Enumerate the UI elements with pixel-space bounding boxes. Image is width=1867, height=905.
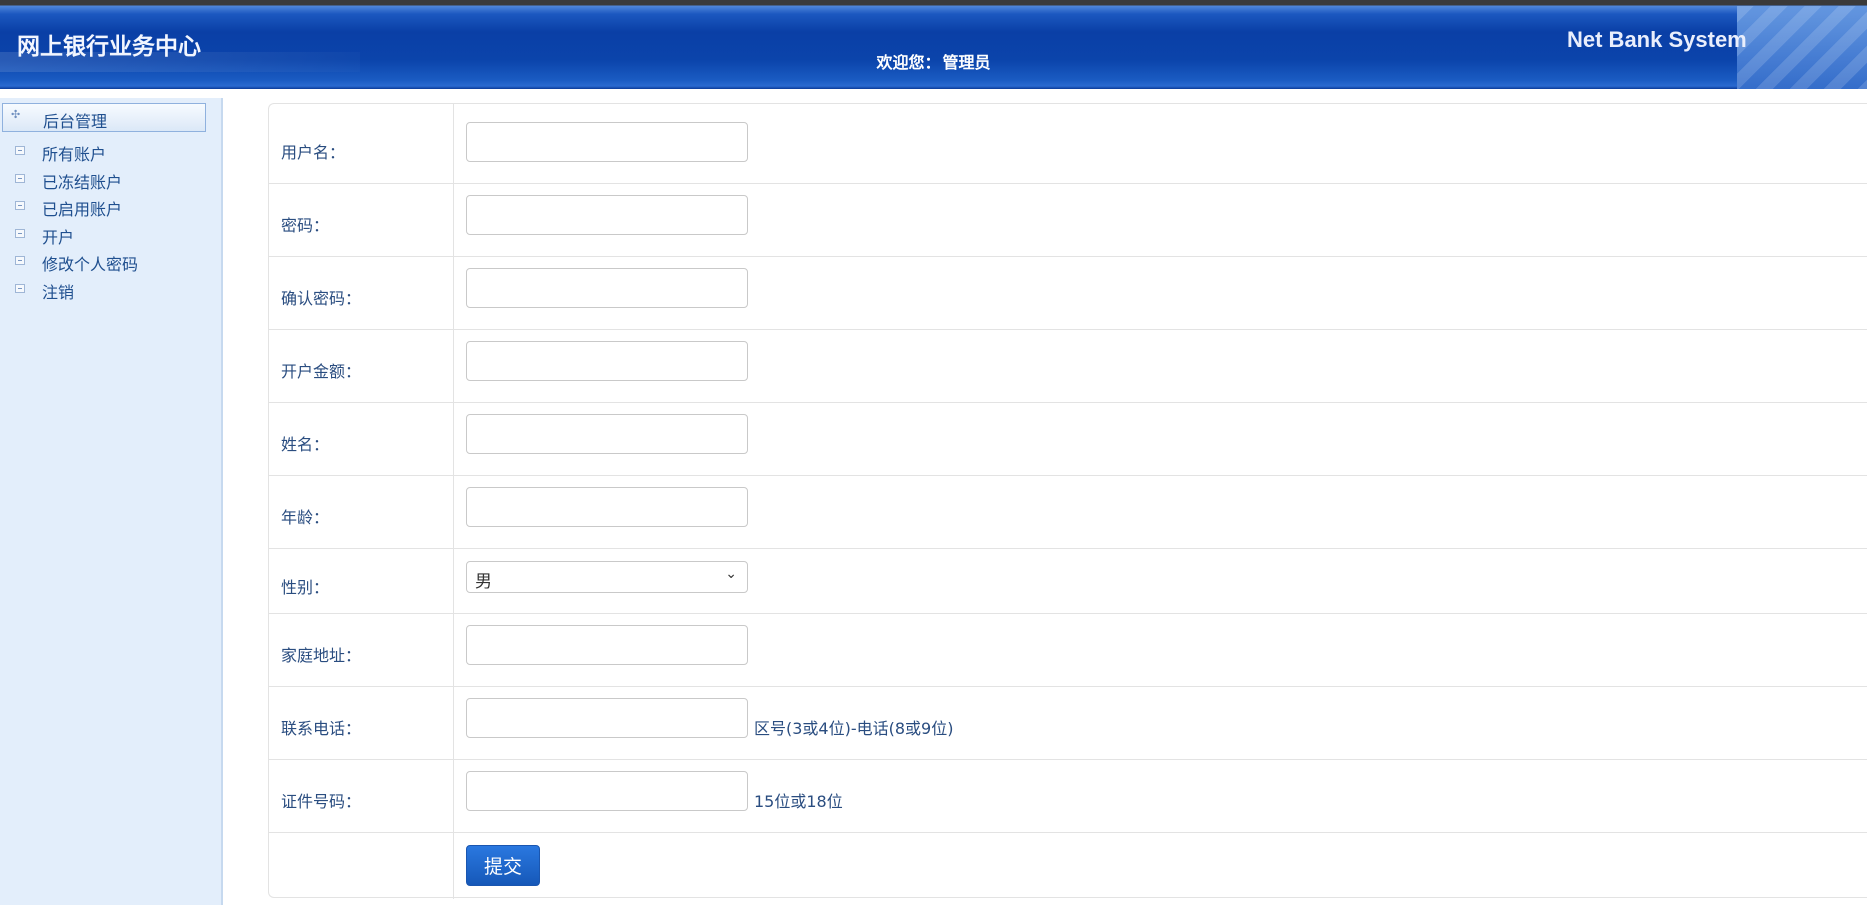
id-number-label: 证件号码： bbox=[281, 792, 362, 811]
form-row-submit: 提交 bbox=[269, 833, 1867, 899]
form-row-phone: 联系电话： 区号(3或4位)-电话(8或9位) bbox=[269, 687, 1867, 760]
sidebar-item-all-accounts[interactable]: 所有账户 bbox=[0, 140, 221, 168]
username-input[interactable] bbox=[466, 122, 748, 162]
username-label: 用户名： bbox=[281, 143, 346, 162]
confirm-password-label: 确认密码： bbox=[281, 289, 362, 308]
tree-node-icon bbox=[15, 256, 25, 265]
name-label: 姓名： bbox=[281, 435, 330, 454]
header-corner-decoration bbox=[1737, 6, 1867, 89]
address-input[interactable] bbox=[466, 625, 748, 665]
chevron-down-icon: ⌄ bbox=[725, 566, 737, 582]
sidebar-section-title: 后台管理 bbox=[43, 112, 108, 131]
form-row-age: 年龄： bbox=[269, 476, 1867, 549]
password-input[interactable] bbox=[466, 195, 748, 235]
expand-icon: ✣ bbox=[11, 108, 21, 121]
gender-label: 性别： bbox=[281, 578, 330, 597]
gender-select[interactable]: 男 ⌄ bbox=[466, 561, 748, 593]
gender-selected-value: 男 bbox=[475, 572, 492, 592]
password-label: 密码： bbox=[281, 216, 330, 235]
tree-node-icon bbox=[15, 173, 25, 183]
tree-node-icon bbox=[15, 201, 25, 210]
form-row-password: 密码： bbox=[269, 184, 1867, 257]
sidebar-item-label: 注销 bbox=[42, 282, 75, 302]
opening-amount-label: 开户金额： bbox=[281, 362, 362, 381]
sidebar: ✣ 后台管理 所有账户 已冻结账户 已启用账户 开户 修改个人密码 注销 bbox=[0, 98, 223, 905]
address-label: 家庭地址： bbox=[281, 646, 362, 665]
form-row-gender: 性别： 男 ⌄ bbox=[269, 549, 1867, 614]
id-number-input[interactable] bbox=[466, 771, 748, 811]
age-label: 年龄： bbox=[281, 508, 330, 527]
form-row-opening-amount: 开户金额： bbox=[269, 330, 1867, 403]
sidebar-item-open-account[interactable]: 开户 bbox=[0, 223, 221, 251]
tree-node-icon bbox=[15, 283, 25, 293]
submit-button[interactable]: 提交 bbox=[466, 845, 540, 886]
confirm-password-input[interactable] bbox=[466, 268, 748, 308]
form-row-confirm-password: 确认密码： bbox=[269, 257, 1867, 330]
tree-node-icon bbox=[15, 146, 25, 155]
sidebar-item-label: 修改个人密码 bbox=[42, 255, 139, 274]
sidebar-item-label: 已启用账户 bbox=[42, 200, 123, 219]
form-row-name: 姓名： bbox=[269, 403, 1867, 476]
sidebar-item-frozen-accounts[interactable]: 已冻结账户 bbox=[0, 168, 221, 196]
sidebar-item-change-password[interactable]: 修改个人密码 bbox=[0, 250, 221, 278]
sidebar-item-label: 开户 bbox=[42, 227, 75, 247]
name-input[interactable] bbox=[466, 414, 748, 454]
tree-node-icon bbox=[15, 228, 25, 238]
age-input[interactable] bbox=[466, 487, 748, 527]
phone-format-hint: 区号(3或4位)-电话(8或9位) bbox=[754, 719, 954, 738]
app-header: 网上银行业务中心 欢迎您： 管理员 Net Bank System bbox=[0, 0, 1867, 89]
form-row-username: 用户名： bbox=[269, 104, 1867, 184]
current-user-name: 管理员 bbox=[942, 53, 991, 72]
phone-label: 联系电话： bbox=[281, 719, 362, 738]
open-account-form: 用户名： 密码： 确认密码： 开户金额： 姓名： 年龄： 性别： 男 ⌄ 家庭地… bbox=[268, 103, 1867, 899]
sidebar-item-label: 所有账户 bbox=[42, 145, 107, 164]
opening-amount-input[interactable] bbox=[466, 341, 748, 381]
sidebar-item-enabled-accounts[interactable]: 已启用账户 bbox=[0, 195, 221, 223]
sidebar-menu: 所有账户 已冻结账户 已启用账户 开户 修改个人密码 注销 bbox=[0, 140, 221, 305]
sidebar-item-logout[interactable]: 注销 bbox=[0, 278, 221, 306]
form-row-address: 家庭地址： bbox=[269, 614, 1867, 687]
form-row-id-number: 证件号码： 15位或18位 bbox=[269, 760, 1867, 833]
id-number-format-hint: 15位或18位 bbox=[754, 792, 843, 811]
phone-input[interactable] bbox=[466, 698, 748, 738]
sidebar-item-label: 已冻结账户 bbox=[42, 172, 123, 192]
brand-logo-text: Net Bank System bbox=[1567, 27, 1747, 52]
sidebar-section-header[interactable]: ✣ 后台管理 bbox=[2, 103, 206, 132]
welcome-prefix: 欢迎您： bbox=[876, 53, 941, 72]
